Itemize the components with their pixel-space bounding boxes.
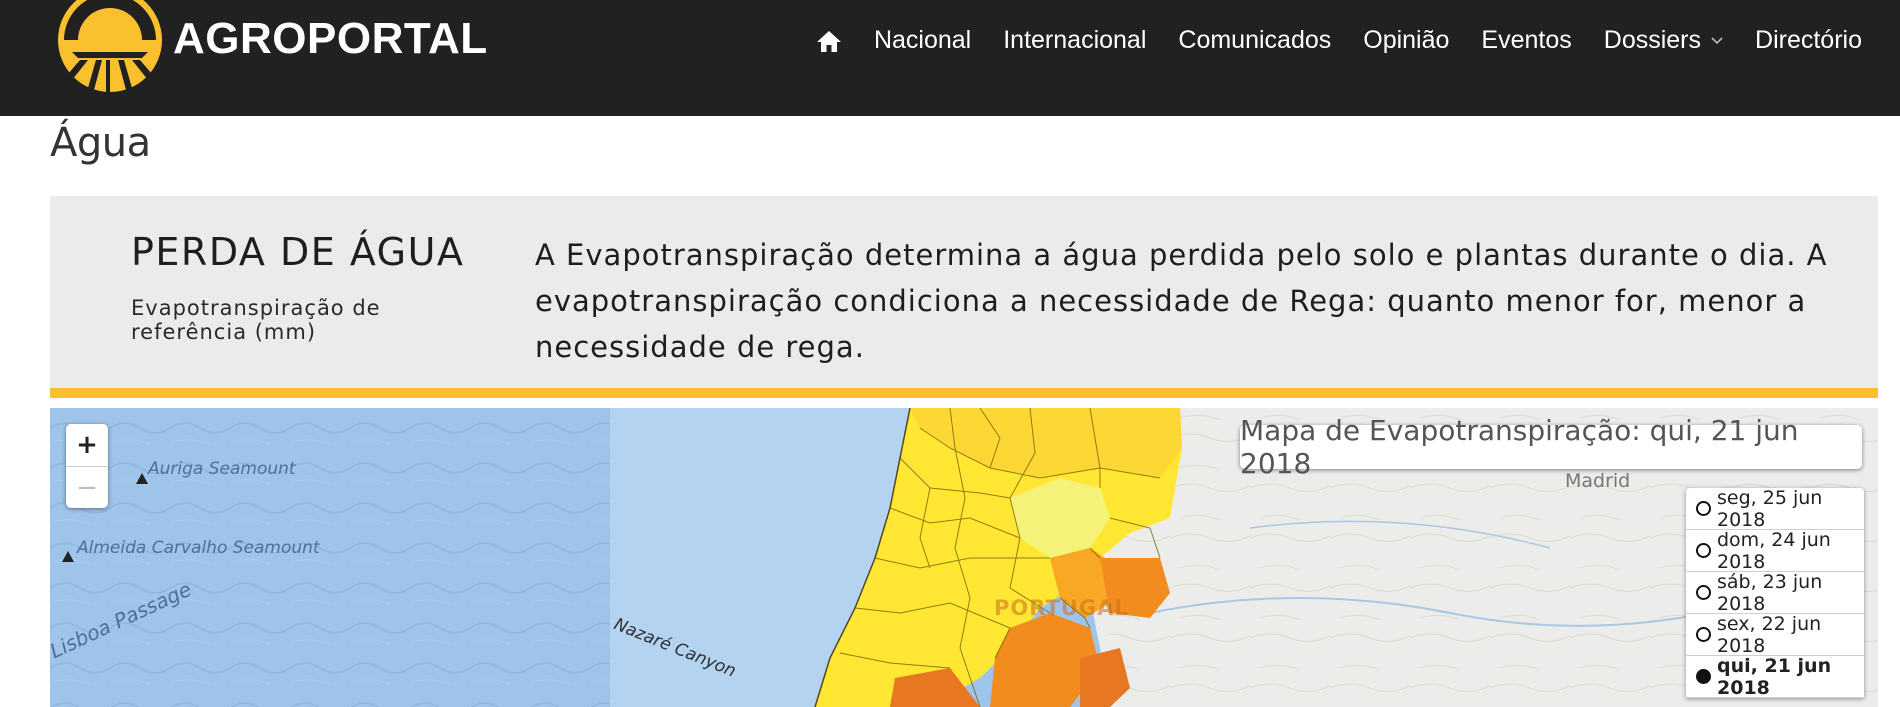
map-title: Mapa de Evapotranspiração: qui, 21 jun 2… bbox=[1240, 414, 1862, 480]
nav-internacional[interactable]: Internacional bbox=[1003, 26, 1146, 55]
date-option-selected[interactable]: qui, 21 jun 2018 bbox=[1686, 654, 1864, 699]
zoom-in-button[interactable]: + bbox=[66, 424, 108, 466]
map-label-portugal: PORTUGAL bbox=[994, 596, 1129, 620]
brand-name[interactable]: AGROPORTAL bbox=[173, 14, 488, 64]
nav-directorio[interactable]: Directório bbox=[1755, 26, 1862, 55]
panel-heading: PERDA DE ÁGUA bbox=[131, 230, 465, 274]
date-option[interactable]: sex, 22 jun 2018 bbox=[1686, 612, 1864, 657]
water-loss-panel: PERDA DE ÁGUA Evapotranspiração de refer… bbox=[50, 196, 1878, 398]
nav-nacional[interactable]: Nacional bbox=[874, 26, 971, 55]
agroportal-logo-icon[interactable] bbox=[58, 0, 162, 92]
main-nav: Nacional Internacional Comunicados Opini… bbox=[816, 26, 1862, 55]
nav-eventos[interactable]: Eventos bbox=[1481, 26, 1571, 55]
nav-opiniao[interactable]: Opinião bbox=[1363, 26, 1449, 55]
page-title: Água bbox=[50, 120, 151, 166]
zoom-out-button[interactable]: − bbox=[66, 466, 108, 508]
date-option-label: sáb, 23 jun 2018 bbox=[1717, 570, 1823, 615]
map-label-auriga: Auriga Seamount bbox=[148, 459, 296, 479]
radio-unchecked-icon bbox=[1696, 585, 1711, 600]
date-option-label: sex, 22 jun 2018 bbox=[1717, 612, 1822, 657]
radio-unchecked-icon bbox=[1696, 543, 1711, 558]
date-option[interactable]: seg, 25 jun 2018 bbox=[1686, 486, 1864, 531]
radio-checked-icon bbox=[1696, 669, 1711, 684]
date-selector: seg, 25 jun 2018 dom, 24 jun 2018 sáb, 2… bbox=[1686, 486, 1864, 699]
panel-subheading: Evapotranspiração de referência (mm) bbox=[131, 296, 381, 344]
seamount-marker-icon bbox=[62, 551, 74, 562]
date-option-label: qui, 21 jun 2018 bbox=[1717, 654, 1832, 699]
home-icon[interactable] bbox=[816, 28, 842, 54]
panel-description: A Evapotranspiração determina a água per… bbox=[535, 238, 1828, 364]
radio-unchecked-icon bbox=[1696, 627, 1711, 642]
evapotranspiration-map[interactable]: Auriga Seamount Almeida Carvalho Seamoun… bbox=[50, 408, 1878, 707]
date-option[interactable]: dom, 24 jun 2018 bbox=[1686, 528, 1864, 573]
nav-dossiers[interactable]: Dossiers bbox=[1604, 26, 1723, 55]
nav-comunicados[interactable]: Comunicados bbox=[1178, 26, 1331, 55]
date-option[interactable]: sáb, 23 jun 2018 bbox=[1686, 570, 1864, 615]
zoom-control: + − bbox=[66, 424, 108, 508]
nav-dossiers-label: Dossiers bbox=[1603, 26, 1702, 54]
chevron-down-icon bbox=[1711, 36, 1723, 44]
date-option-label: dom, 24 jun 2018 bbox=[1717, 528, 1831, 573]
radio-unchecked-icon bbox=[1696, 501, 1711, 516]
top-navbar: AGROPORTAL Nacional Internacional Comuni… bbox=[0, 0, 1900, 116]
date-option-label: seg, 25 jun 2018 bbox=[1717, 486, 1823, 531]
seamount-marker-icon bbox=[136, 473, 148, 484]
map-label-almeida: Almeida Carvalho Seamount bbox=[77, 538, 320, 558]
